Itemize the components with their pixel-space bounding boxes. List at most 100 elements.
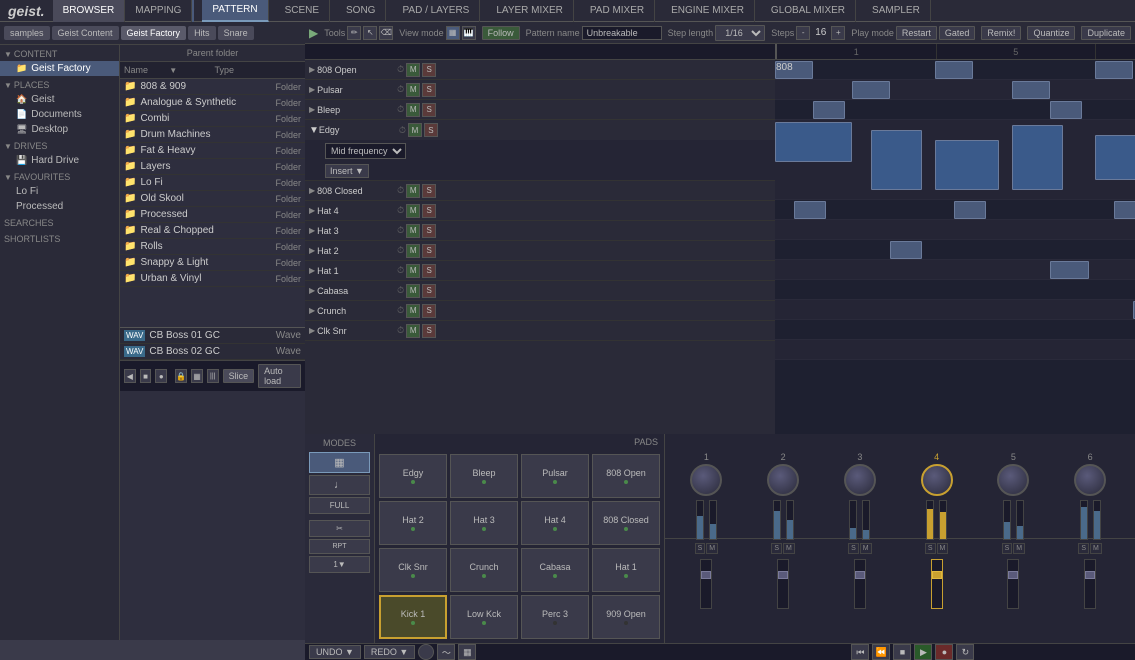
stop-btn[interactable]: ■: [893, 644, 911, 660]
tab-pattern[interactable]: PATTERN: [202, 0, 268, 22]
grid-row-crunch[interactable]: [775, 320, 1135, 340]
track-mute-hat4[interactable]: M: [406, 204, 420, 218]
track-mute-hat2[interactable]: M: [406, 244, 420, 258]
sidebar-item-geist-factory[interactable]: 📁 Geist Factory: [0, 61, 119, 76]
sidebar-item-geist[interactable]: 🏠 Geist: [0, 92, 119, 107]
track-solo-pulsar[interactable]: S: [422, 83, 436, 97]
mode-slice-btn[interactable]: ✂: [309, 520, 370, 537]
track-mute-hat1[interactable]: M: [406, 264, 420, 278]
track-solo-clk-snr[interactable]: S: [422, 324, 436, 338]
engine-6-knob[interactable]: [1074, 464, 1106, 496]
track-solo-hat4[interactable]: S: [422, 204, 436, 218]
fader-4-track[interactable]: [931, 559, 943, 609]
table-row[interactable]: 📁LayersFolder: [120, 159, 305, 175]
engine-5-knob[interactable]: [997, 464, 1029, 496]
table-row[interactable]: 📁ProcessedFolder: [120, 207, 305, 223]
steps-increase[interactable]: +: [831, 26, 845, 40]
track-solo-edgy[interactable]: S: [424, 123, 438, 137]
grid-btn[interactable]: ▦: [458, 644, 476, 660]
track-solo-hat3[interactable]: S: [422, 224, 436, 238]
grid-row-clk-snr[interactable]: [775, 340, 1135, 360]
grid-row-808-closed[interactable]: [775, 200, 1135, 220]
tab-browser[interactable]: BROWSER: [53, 0, 126, 22]
quantize-button[interactable]: Quantize: [1027, 26, 1075, 40]
pad-clk-snr[interactable]: Clk Snr: [379, 548, 447, 592]
fader-2-track[interactable]: [777, 559, 789, 609]
sidebar-item-documents[interactable]: 📄 Documents: [0, 107, 119, 122]
fader-1-track[interactable]: [700, 559, 712, 609]
table-row[interactable]: 📁Real & ChoppedFolder: [120, 223, 305, 239]
track-solo-bleep[interactable]: S: [422, 103, 436, 117]
mode-rpt-btn[interactable]: RPT: [309, 539, 370, 554]
track-solo-808-open[interactable]: S: [422, 63, 436, 77]
mode-step-btn[interactable]: 1▼: [309, 556, 370, 573]
table-row[interactable]: 📁Lo FiFolder: [120, 175, 305, 191]
play-btn[interactable]: ▶: [914, 644, 932, 660]
list-item[interactable]: WAVCB Boss 01 GCWave: [120, 328, 305, 344]
grid-row-hat4[interactable]: [775, 220, 1135, 240]
prev-btn[interactable]: ⏮: [851, 644, 869, 660]
list-item[interactable]: WAVCB Boss 02 GCWave: [120, 344, 305, 360]
pad-808-open[interactable]: 808 Open: [592, 454, 660, 498]
track-mute-hat3[interactable]: M: [406, 224, 420, 238]
wave-btn[interactable]: 〜: [437, 644, 455, 660]
pad-pulsar[interactable]: Pulsar: [521, 454, 589, 498]
track-mute-bleep[interactable]: M: [406, 103, 420, 117]
tab-mapping[interactable]: MAPPING: [125, 0, 192, 22]
tab-engine-mixer[interactable]: ENGINE MIXER: [661, 0, 755, 22]
pad-cabasa[interactable]: Cabasa: [521, 548, 589, 592]
eraser-tool[interactable]: ⌫: [379, 26, 393, 40]
track-solo-cabasa[interactable]: S: [422, 284, 436, 298]
grid-row-hat1[interactable]: [775, 280, 1135, 300]
grid-row-hat2[interactable]: [775, 260, 1135, 280]
grid-view-btn[interactable]: ▦: [446, 26, 460, 40]
redo-button[interactable]: REDO ▼: [364, 645, 415, 659]
rewind-btn[interactable]: ⏪: [872, 644, 890, 660]
steps-decrease[interactable]: -: [796, 26, 810, 40]
select-tool[interactable]: ↖: [363, 26, 377, 40]
mode-full-btn[interactable]: FULL: [309, 497, 370, 514]
pad-bleep[interactable]: Bleep: [450, 454, 518, 498]
remix-button[interactable]: Remix!: [981, 26, 1021, 40]
mode-grid-btn[interactable]: ▦: [309, 452, 370, 473]
track-mute-clk-snr[interactable]: M: [406, 324, 420, 338]
mode-note-btn[interactable]: ♩: [309, 475, 370, 495]
slice-button[interactable]: Slice: [223, 369, 255, 383]
bc-snare[interactable]: Snare: [218, 26, 254, 40]
track-mute-edgy[interactable]: M: [408, 123, 422, 137]
pad-hat3[interactable]: Hat 3: [450, 501, 518, 545]
grid-row-hat3[interactable]: [775, 240, 1135, 260]
fader-5-track[interactable]: [1007, 559, 1019, 609]
table-row[interactable]: 📁Urban & VinylFolder: [120, 271, 305, 287]
sidebar-item-lo-fi[interactable]: Lo Fi: [0, 184, 119, 199]
track-play-808-closed[interactable]: ▶: [309, 186, 315, 195]
table-row[interactable]: 📁Snappy & LightFolder: [120, 255, 305, 271]
grid-row-cabasa[interactable]: [775, 300, 1135, 320]
pad-909-open[interactable]: 909 Open: [592, 595, 660, 639]
grid-row-edgy[interactable]: [775, 120, 1135, 200]
waveform-icon[interactable]: |||: [207, 369, 219, 383]
sidebar-item-desktop[interactable]: 🖥 Desktop: [0, 122, 119, 137]
track-mute-pulsar[interactable]: M: [406, 83, 420, 97]
track-mute-cabasa[interactable]: M: [406, 284, 420, 298]
fader-3-track[interactable]: [854, 559, 866, 609]
sidebar-item-hard-drive[interactable]: 💾 Hard Drive: [0, 153, 119, 168]
tab-global-mixer[interactable]: GLOBAL MIXER: [761, 0, 856, 22]
stop-icon[interactable]: ■: [140, 369, 152, 383]
rec-btn[interactable]: ●: [935, 644, 953, 660]
grid-view-icon[interactable]: ▦: [191, 369, 203, 383]
piano-view-btn[interactable]: 🎹: [462, 26, 476, 40]
table-row[interactable]: 📁RollsFolder: [120, 239, 305, 255]
bc-samples[interactable]: samples: [4, 26, 50, 40]
grid-row-pulsar[interactable]: [775, 80, 1135, 100]
track-mute-808-open[interactable]: M: [406, 63, 420, 77]
engine-2-knob[interactable]: [767, 464, 799, 496]
bc-geist-content[interactable]: Geist Content: [52, 26, 119, 40]
tab-pad-layers[interactable]: PAD / LAYERS: [392, 0, 480, 22]
pad-808-closed[interactable]: 808 Closed: [592, 501, 660, 545]
undo-button[interactable]: UNDO ▼: [309, 645, 361, 659]
track-solo-hat1[interactable]: S: [422, 264, 436, 278]
engine-1-knob[interactable]: [690, 464, 722, 496]
tab-pad-mixer[interactable]: PAD MIXER: [580, 0, 655, 22]
tab-song[interactable]: SONG: [336, 0, 386, 22]
